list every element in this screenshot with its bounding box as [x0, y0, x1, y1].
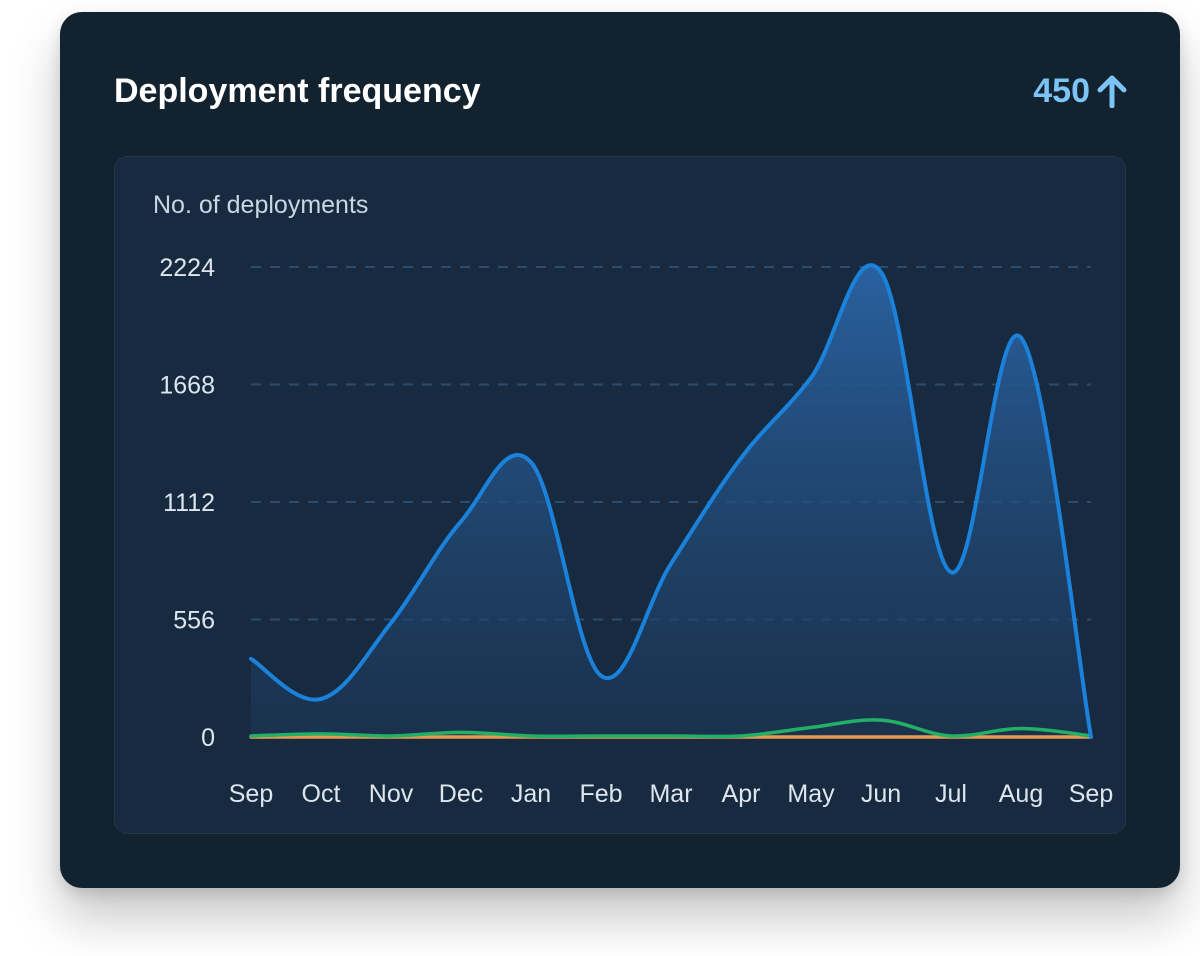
x-tick-label: Sep: [1069, 780, 1113, 808]
x-tick-label: Oct: [302, 780, 341, 808]
metric-value: 450: [1033, 71, 1090, 110]
arrow-up-icon: [1096, 74, 1128, 108]
x-tick-label: Mar: [649, 780, 692, 808]
metric-badge: 450: [1033, 70, 1128, 112]
x-tick-label: Nov: [369, 780, 414, 808]
x-tick-label: Sep: [229, 780, 273, 808]
chart-panel: No. of deployments 2224 1668 1112 556 0 Sep O…: [114, 156, 1126, 834]
y-tick-label: 1112: [163, 489, 215, 517]
x-tick-label: Aug: [999, 780, 1043, 808]
x-tick-label: Jul: [935, 780, 967, 808]
y-tick-label: 0: [201, 724, 215, 752]
y-ticks: 2224 1668 1112 556 0: [159, 254, 215, 752]
y-tick-label: 1668: [159, 372, 215, 400]
x-tick-label: Feb: [579, 780, 622, 808]
card-title: Deployment frequency: [114, 72, 481, 110]
y-tick-label: 2224: [159, 254, 215, 282]
x-ticks: Sep Oct Nov Dec Jan Feb Mar Apr May Jun Jul Aug Sep: [229, 780, 1113, 808]
x-tick-label: Apr: [722, 780, 761, 808]
y-tick-label: 556: [173, 607, 215, 635]
x-tick-label: Jan: [511, 780, 551, 808]
x-tick-label: Jun: [861, 780, 901, 808]
deployment-frequency-card: Deployment frequency 450 No. of deployme…: [60, 12, 1180, 888]
deployment-chart: 2224 1668 1112 556 0 Sep Oct Nov Dec Jan Feb Mar Ap…: [159, 254, 1113, 808]
x-tick-label: Dec: [439, 780, 483, 808]
x-tick-label: May: [787, 780, 835, 808]
